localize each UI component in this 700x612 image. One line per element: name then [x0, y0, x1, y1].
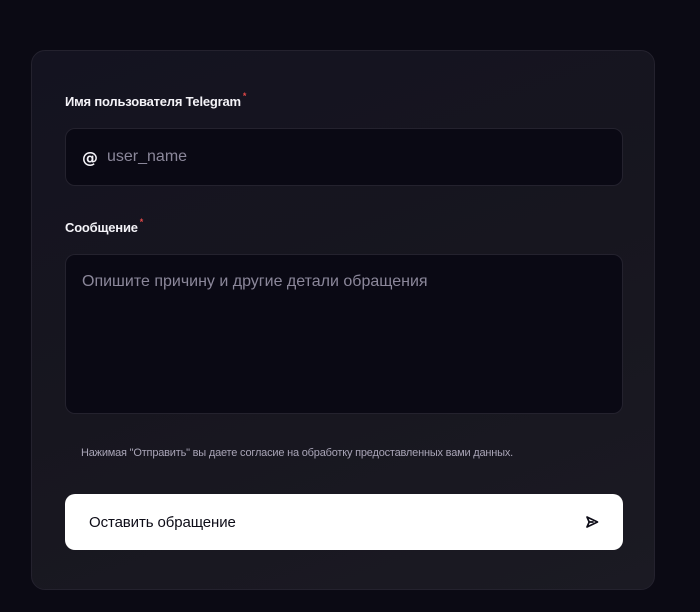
send-icon — [586, 516, 599, 528]
message-label-text: Сообщение — [65, 220, 138, 235]
required-marker: * — [139, 217, 144, 227]
message-label: Сообщение * — [65, 217, 144, 235]
message-textarea[interactable] — [66, 255, 622, 413]
username-field[interactable]: @ — [65, 128, 623, 186]
at-sign-icon: @ — [82, 147, 98, 167]
consent-notice: Нажимая "Отправить" вы даете согласие на… — [81, 447, 514, 459]
required-marker: * — [242, 91, 247, 101]
username-label-text: Имя пользователя Telegram — [65, 94, 241, 109]
username-input[interactable] — [107, 148, 622, 166]
username-label: Имя пользователя Telegram * — [65, 91, 247, 109]
message-field[interactable] — [65, 254, 623, 414]
submit-button[interactable]: Оставить обращение — [65, 494, 623, 550]
submit-button-label: Оставить обращение — [89, 513, 236, 531]
support-form-card: Имя пользователя Telegram* @ Сообщение* … — [31, 50, 655, 590]
